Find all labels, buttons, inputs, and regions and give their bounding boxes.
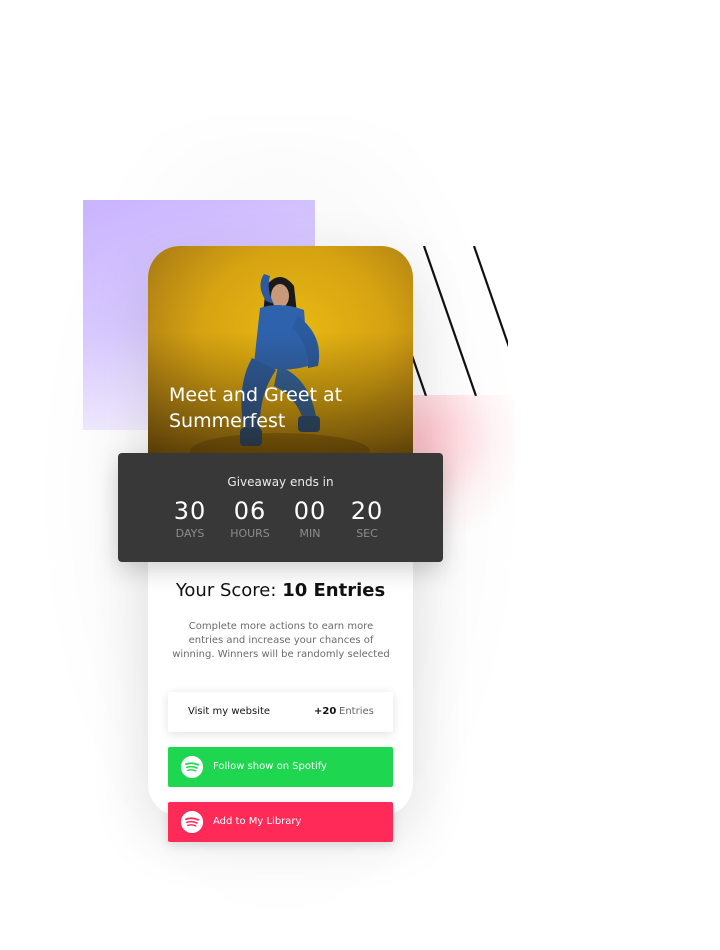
- countdown-hours: 06 HOURS: [220, 495, 280, 540]
- countdown-hours-label: HOURS: [230, 527, 270, 540]
- countdown-hours-value: 06: [233, 497, 267, 525]
- follow-spotify-label: Follow show on Spotify: [213, 761, 327, 772]
- score-prefix: Your Score:: [175, 580, 277, 601]
- add-to-library-button[interactable]: Add to My Library: [168, 802, 393, 842]
- countdown-timer: Giveaway ends in 30 DAYS 06 HOURS 00 MIN…: [118, 453, 443, 562]
- event-title-line1: Meet and Greet at: [169, 384, 343, 406]
- visit-website-button[interactable]: Visit my website +20 Entries: [168, 692, 393, 732]
- visit-website-entries-label: Entries: [339, 706, 374, 717]
- visit-website-label: Visit my website: [188, 706, 271, 717]
- countdown-seconds-value: 20: [350, 497, 384, 525]
- countdown-days: 30 DAYS: [160, 495, 220, 540]
- follow-spotify-button[interactable]: Follow show on Spotify: [168, 747, 393, 787]
- event-hero-image: Meet and Greet at Summerfest: [148, 246, 413, 461]
- countdown-minutes-label: MIN: [299, 527, 321, 540]
- countdown-seconds: 20 SEC: [337, 495, 397, 540]
- countdown-days-value: 30: [173, 497, 207, 525]
- add-to-library-label: Add to My Library: [213, 816, 302, 827]
- countdown-minutes-value: 00: [293, 497, 327, 525]
- countdown-minutes: 00 MIN: [280, 495, 340, 540]
- event-title: Meet and Greet at Summerfest: [169, 382, 369, 434]
- spotify-icon: [181, 756, 203, 778]
- countdown-days-label: DAYS: [175, 527, 205, 540]
- countdown-seconds-label: SEC: [356, 527, 378, 540]
- visit-website-points: +20: [314, 706, 337, 717]
- score-value: 10 Entries: [282, 580, 386, 601]
- score-heading: Your Score: 10 Entries: [148, 580, 413, 601]
- spotify-icon: [181, 811, 203, 833]
- countdown-label: Giveaway ends in: [227, 475, 334, 489]
- score-description: Complete more actions to earn more entri…: [172, 621, 390, 660]
- event-title-line2: Summerfest: [169, 410, 286, 432]
